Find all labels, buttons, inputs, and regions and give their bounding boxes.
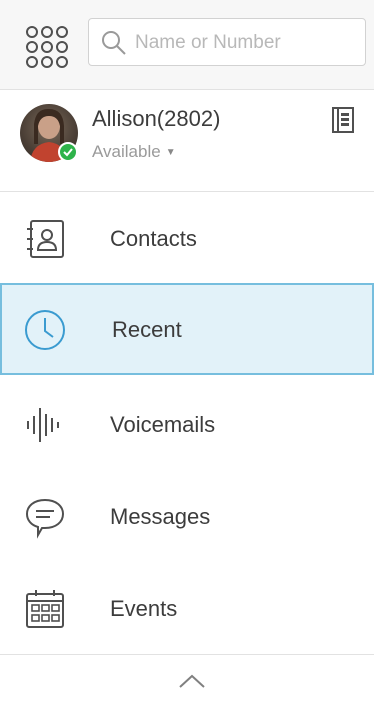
- user-name: Allison(2802): [92, 106, 221, 131]
- clock-icon: [22, 307, 68, 353]
- calendar-icon: [22, 586, 68, 632]
- nav-item-voicemails[interactable]: Voicemails: [0, 378, 374, 470]
- nav-item-label: Voicemails: [110, 412, 216, 437]
- caret-down-icon: ▼: [165, 147, 176, 159]
- phonebook-icon[interactable]: [330, 106, 356, 134]
- nav-item-messages[interactable]: Messages: [0, 470, 374, 562]
- nav-item-recent[interactable]: Recent: [0, 283, 374, 375]
- chevron-up-icon[interactable]: [172, 667, 212, 695]
- search-box: [88, 18, 366, 66]
- dialpad-icon[interactable]: [24, 24, 70, 70]
- sidebar-panel: Allison(2802) Available ▼: [0, 0, 374, 706]
- status-dropdown[interactable]: Available ▼: [92, 142, 176, 162]
- message-bubble-icon: [22, 494, 68, 540]
- nav-item-label: Messages: [110, 504, 211, 529]
- nav-item-label: Contacts: [110, 226, 197, 251]
- status-label: Available: [92, 142, 161, 161]
- nav-item-contacts[interactable]: Contacts: [0, 192, 374, 284]
- contacts-icon: [22, 216, 68, 262]
- nav-item-label: Events: [110, 596, 178, 621]
- footer-bar: [0, 654, 374, 706]
- presence-available-icon: [58, 142, 78, 162]
- avatar[interactable]: [20, 104, 78, 162]
- user-profile: Allison(2802) Available ▼: [0, 90, 374, 192]
- nav-item-label: Recent: [112, 317, 182, 342]
- nav-item-events[interactable]: Events: [0, 562, 374, 654]
- search-icon: [102, 31, 126, 55]
- voicemail-waveform-icon: [22, 402, 68, 448]
- header-bar: [0, 0, 374, 90]
- search-input[interactable]: [133, 27, 361, 59]
